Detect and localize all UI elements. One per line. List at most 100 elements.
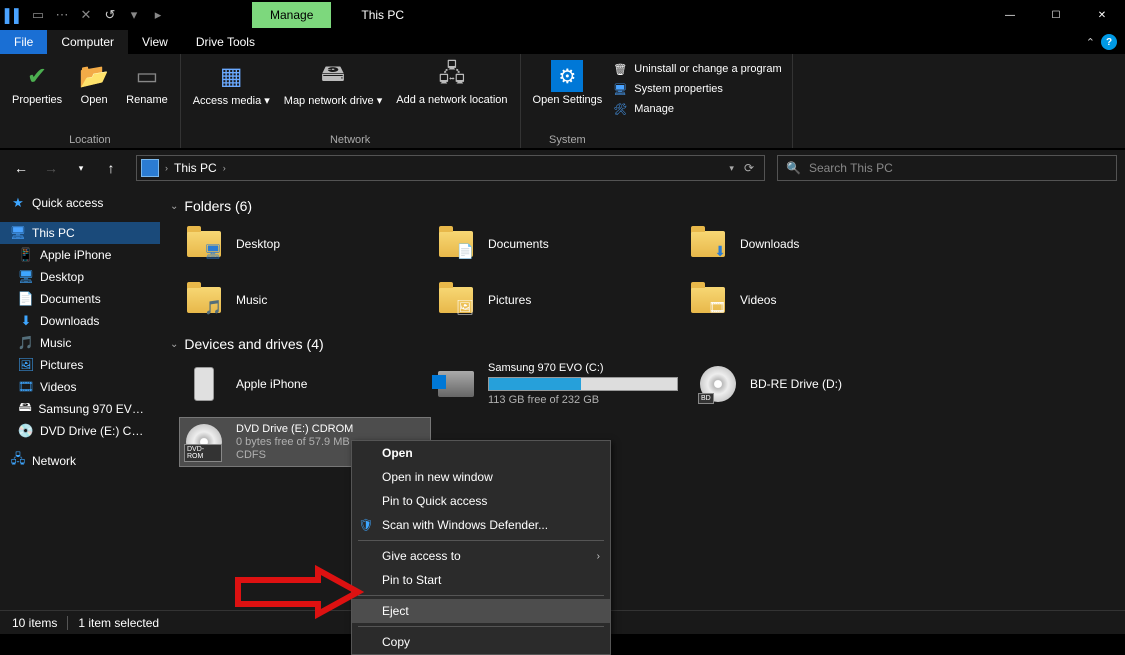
ribbon: ✔ Properties 📂 Open ▭ Rename Location ▦ … [0, 54, 1125, 150]
folder-documents[interactable]: 📄Documents [432, 220, 682, 268]
sidebar-item-c-drive[interactable]: 🖴Samsung 970 EVO (C:) [0, 398, 160, 420]
uninstall-program-button[interactable]: 🗑 Uninstall or change a program [612, 60, 781, 78]
forward-button[interactable]: → [38, 155, 64, 181]
sidebar-item-downloads[interactable]: ⬇Downloads [0, 310, 160, 332]
address-bar[interactable]: › This PC › ▾ ⟳ [136, 155, 765, 181]
sidebar-item-documents[interactable]: 📄Documents [0, 288, 160, 310]
chevron-down-icon: ⌄ [170, 339, 178, 350]
tab-file[interactable]: File [0, 30, 47, 54]
ctx-open-new-window[interactable]: Open in new window [352, 465, 610, 489]
ctx-scan-defender[interactable]: 🛡 Scan with Windows Defender... [352, 513, 610, 537]
map-drive-button[interactable]: 🖴 Map network drive ▾ [278, 56, 388, 111]
star-icon: ★ [10, 195, 26, 211]
video-icon: 🎞 [18, 379, 34, 395]
sidebar-network[interactable]: 🖧Network [0, 450, 160, 472]
back-button[interactable]: ← [8, 155, 34, 181]
device-iphone[interactable]: Apple iPhone [180, 358, 430, 410]
section-folders-header[interactable]: ⌄ Folders (6) [170, 192, 1115, 220]
add-location-icon: 🖧 [436, 60, 468, 92]
close-button[interactable]: ✕ [1079, 0, 1125, 30]
sidebar-item-pictures[interactable]: 🖼Pictures [0, 354, 160, 376]
help-icon[interactable]: ? [1101, 34, 1117, 50]
access-media-button[interactable]: ▦ Access media ▾ [187, 56, 276, 111]
sidebar-item-dvd[interactable]: 💿DVD Drive (E:) CDROM [0, 420, 160, 442]
ctx-separator [358, 595, 604, 596]
music-icon: 🎵 [18, 335, 34, 351]
qat-undo-icon[interactable]: ↺ [102, 7, 118, 23]
minimize-button[interactable]: ― [987, 0, 1033, 30]
open-button[interactable]: 📂 Open [70, 56, 118, 110]
ctx-pin-start[interactable]: Pin to Start [352, 568, 610, 592]
chevron-right-icon[interactable]: › [165, 163, 168, 173]
window-title: This PC [361, 8, 404, 22]
sidebar-item-videos[interactable]: 🎞Videos [0, 376, 160, 398]
section-devices-header[interactable]: ⌄ Devices and drives (4) [170, 330, 1115, 358]
qat-redo-icon[interactable]: ▾ [126, 7, 142, 23]
ctx-give-access[interactable]: Give access to› [352, 544, 610, 568]
folder-pictures[interactable]: 🖼Pictures [432, 276, 682, 324]
this-pc-icon [141, 159, 159, 177]
sidebar-quick-access[interactable]: ★ Quick access [0, 192, 160, 214]
rename-button[interactable]: ▭ Rename [120, 56, 174, 110]
sidebar-item-music[interactable]: 🎵Music [0, 332, 160, 354]
open-settings-button[interactable]: ⚙ Open Settings [527, 56, 609, 110]
navigation-pane: ★ Quick access 🖥 This PC 📱Apple iPhone 🖥… [0, 186, 160, 610]
phone-icon [194, 367, 214, 401]
dropdown-icon[interactable]: ▾ [729, 163, 734, 174]
ribbon-group-label: System [549, 134, 586, 148]
search-input[interactable]: 🔍 Search This PC [777, 155, 1117, 181]
refresh-icon[interactable]: ⟳ [744, 161, 754, 175]
folder-videos[interactable]: 🎞Videos [684, 276, 934, 324]
ribbon-collapse-icon[interactable]: ⌃ [1086, 36, 1095, 49]
tab-computer[interactable]: Computer [47, 30, 128, 54]
windows-icon [432, 375, 446, 389]
sidebar-item-desktop[interactable]: 🖥Desktop [0, 266, 160, 288]
ctx-pin-quick-access[interactable]: Pin to Quick access [352, 489, 610, 513]
status-selected-count: 1 item selected [78, 616, 159, 630]
tab-drive-tools[interactable]: Drive Tools [182, 30, 269, 54]
drive-icon: 🖴 [18, 401, 32, 417]
qat-close-icon[interactable]: ✕ [78, 7, 94, 23]
disc-icon: DVD-ROM [186, 424, 222, 460]
system-properties-button[interactable]: 🖥 System properties [612, 80, 781, 98]
recent-locations-button[interactable]: ▾ [68, 155, 94, 181]
folder-downloads[interactable]: ⬇Downloads [684, 220, 934, 268]
ctx-separator [358, 626, 604, 627]
download-icon: ⬇ [18, 313, 34, 329]
uninstall-icon: 🗑 [612, 61, 628, 77]
window-controls: ― ☐ ✕ [987, 0, 1125, 30]
ctx-eject[interactable]: Eject [352, 599, 610, 623]
disc-icon: 💿 [18, 423, 34, 439]
chevron-right-icon[interactable]: › [223, 163, 226, 173]
document-icon: 📄 [18, 291, 34, 307]
gear-icon: ⚙ [551, 60, 583, 92]
annotation-arrow [238, 570, 368, 623]
maximize-button[interactable]: ☐ [1033, 0, 1079, 30]
qat-pin-icon[interactable]: ▭ [30, 7, 46, 23]
picture-icon: 🖼 [18, 357, 34, 373]
titlebar: ▌▌ ▭ ⋯ ✕ ↺ ▾ ▸ Manage This PC ― ☐ ✕ [0, 0, 1125, 30]
device-bd-drive[interactable]: BD BD-RE Drive (D:) [694, 358, 944, 410]
ribbon-group-label: Location [69, 134, 111, 148]
ribbon-tabs: File Computer View Drive Tools ⌃ ? [0, 30, 1125, 54]
up-button[interactable]: ↑ [98, 155, 124, 181]
device-c-drive[interactable]: Samsung 970 EVO (C:) 113 GB free of 232 … [432, 358, 692, 410]
add-network-loc-button[interactable]: 🖧 Add a network location [390, 56, 513, 111]
disc-icon: BD [700, 366, 736, 402]
properties-icon: ✔ [21, 60, 53, 92]
breadcrumb-segment[interactable]: This PC [174, 161, 217, 175]
tab-view[interactable]: View [128, 30, 182, 54]
folder-desktop[interactable]: 🖥Desktop [180, 220, 430, 268]
qat-more-icon[interactable]: ▸ [150, 7, 166, 23]
sidebar-item-iphone[interactable]: 📱Apple iPhone [0, 244, 160, 266]
sidebar-this-pc[interactable]: 🖥 This PC [0, 222, 160, 244]
properties-button[interactable]: ✔ Properties [6, 56, 68, 110]
search-placeholder: Search This PC [809, 161, 893, 175]
qat-properties-icon[interactable]: ⋯ [54, 7, 70, 23]
ribbon-group-location: ✔ Properties 📂 Open ▭ Rename Location [0, 54, 181, 148]
shield-icon: 🛡 [358, 517, 374, 533]
ctx-open[interactable]: Open [352, 441, 610, 465]
folder-music[interactable]: 🎵Music [180, 276, 430, 324]
folder-open-icon: 📂 [78, 60, 110, 92]
manage-button[interactable]: 🛠 Manage [612, 100, 781, 118]
